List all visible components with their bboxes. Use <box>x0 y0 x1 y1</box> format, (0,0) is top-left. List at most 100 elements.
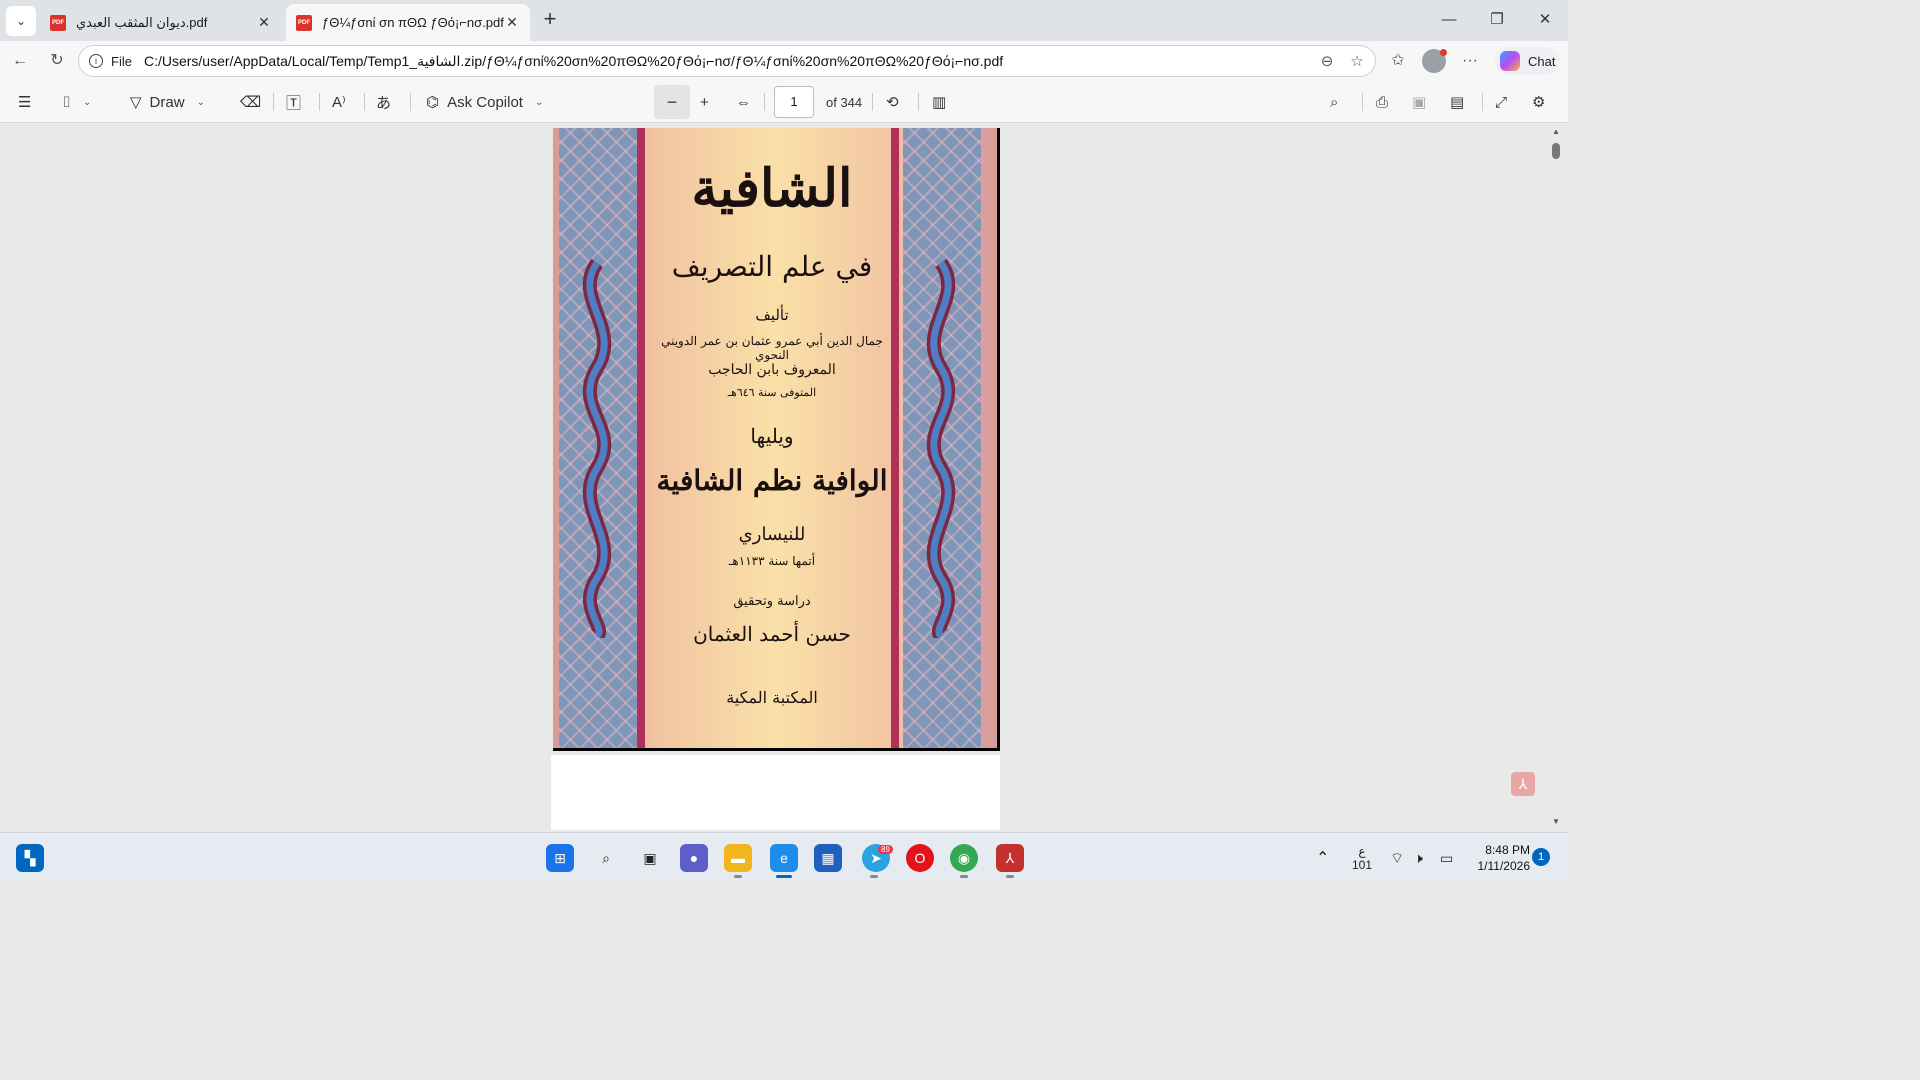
zoom-icon[interactable]: ⊖ <box>1315 52 1339 70</box>
refresh-icon[interactable]: ↻ <box>45 49 69 73</box>
ask-copilot-label: Ask Copilot <box>447 93 523 111</box>
cover-title: الشافية <box>691 158 853 219</box>
cover-second-author: للنيساري <box>738 524 806 545</box>
settings-gear-icon[interactable]: ⚙ <box>1532 90 1545 114</box>
tab-strip: ⌄ PDF ديوان المثقب العبدي.pdf ✕ PDF ƒΘ¼ƒ… <box>0 0 1568 41</box>
pdf-reader-icon[interactable]: ⅄ <box>996 844 1024 872</box>
scroll-down-arrow-icon[interactable]: ▼ <box>1552 817 1560 826</box>
search-taskbar-icon[interactable]: ⌕ <box>592 844 620 872</box>
page-view-icon[interactable]: ▥ <box>932 90 946 114</box>
toolbar-divider <box>1482 93 1483 111</box>
tab-active[interactable]: PDF ƒΘ¼ƒσnί σn πΘΩ ƒΘό¡⌐nσ.pdf ✕ <box>286 4 530 41</box>
notification-badge[interactable]: 1 <box>1532 848 1550 866</box>
minimize-button[interactable]: — <box>1434 8 1464 32</box>
acrobat-icon[interactable]: ⅄ <box>1511 772 1535 796</box>
chevron-down-icon[interactable]: ⌄ <box>535 97 543 108</box>
cover-author-intro: تأليف <box>755 306 789 324</box>
read-aloud-icon[interactable]: A⁾ <box>332 90 346 114</box>
more-options-icon[interactable]: ··· <box>1458 49 1482 73</box>
cover-artwork: الشافية في علم التصريف تأليف جمال الدين … <box>553 128 997 748</box>
chrome-icon[interactable]: ◉ <box>950 844 978 872</box>
navigation-bar: ← ↻ i File C:/Users/user/AppData/Local/T… <box>0 41 1568 81</box>
save-as-icon[interactable]: ▤ <box>1450 90 1464 114</box>
pdf-toolbar: ☰ ⌷ ⌄ ▽ Draw ⌄ ⌫ 🅃 A⁾ あ ⌬ Ask Copilot ⌄ … <box>0 81 1568 123</box>
contents-list-icon[interactable]: ☰ <box>18 90 31 114</box>
info-icon[interactable]: i <box>89 54 103 68</box>
vertical-scrollbar[interactable]: ▲ ▼ <box>1550 123 1562 830</box>
translate-icon[interactable]: あ <box>376 90 391 114</box>
copilot-chat-button[interactable]: Chat <box>1494 47 1560 75</box>
print-icon[interactable]: ⎙ <box>1376 90 1388 114</box>
scroll-up-arrow-icon[interactable]: ▲ <box>1552 127 1560 136</box>
tab-actions-menu-button[interactable]: ⌄ <box>6 6 36 36</box>
rotate-icon[interactable]: ⟲ <box>886 90 899 114</box>
highlight-tool[interactable]: ⌷ ⌄ <box>62 90 91 114</box>
chat-label: Chat <box>1528 53 1556 69</box>
close-window-button[interactable]: ✕ <box>1530 8 1560 32</box>
tab-title: ƒΘ¼ƒσnί σn πΘΩ ƒΘό¡⌐nσ.pdf <box>322 15 504 30</box>
ask-copilot-button[interactable]: ⌬ Ask Copilot ⌄ <box>426 90 543 114</box>
pdf-file-icon: PDF <box>50 14 66 31</box>
toolbar-divider <box>764 93 765 111</box>
pdf-page-cover: الشافية في علم التصريف تأليف جمال الدين … <box>553 128 1000 751</box>
toolbar-divider <box>410 93 411 111</box>
opera-icon[interactable]: O <box>906 844 934 872</box>
restore-button[interactable]: ❐ <box>1482 8 1512 32</box>
scroll-thumb[interactable] <box>1552 143 1560 159</box>
cover-author-known: المعروف بابن الحاجب <box>708 362 836 378</box>
zoom-out-button[interactable]: − <box>654 85 690 119</box>
toolbar-divider <box>918 93 919 111</box>
url-text[interactable]: C:/Users/user/AppData/Local/Temp/Temp1_ا… <box>144 53 1315 70</box>
tab-inactive[interactable]: PDF ديوان المثقب العبدي.pdf ✕ <box>40 4 282 41</box>
new-tab-button[interactable]: + <box>538 8 562 32</box>
toolbar-divider <box>319 93 320 111</box>
cover-second-title: الوافية نظم الشافية <box>656 464 888 497</box>
eraser-icon[interactable]: ⌫ <box>240 90 261 114</box>
scheme-label: File <box>111 53 132 69</box>
language-indicator[interactable]: ع 101 <box>1352 833 1372 883</box>
toolbar-divider <box>273 93 274 111</box>
toolbar-divider <box>364 93 365 111</box>
copilot-icon <box>1500 51 1520 71</box>
draw-tool[interactable]: ▽ Draw ⌄ <box>130 90 205 114</box>
widgets-icon[interactable]: ▚ <box>16 844 44 872</box>
chevron-down-icon[interactable]: ⌄ <box>83 97 91 108</box>
start-menu-icon[interactable]: ⊞ <box>546 844 574 872</box>
edge-browser-icon[interactable]: e <box>770 844 798 872</box>
tray-overflow-chevron-icon[interactable]: ⌃ <box>1316 833 1329 883</box>
back-arrow-icon[interactable]: ← <box>8 49 32 73</box>
search-icon[interactable]: ⌕ <box>1330 90 1338 114</box>
add-text-icon[interactable]: 🅃 <box>286 90 301 114</box>
language-glyph: ع <box>1358 844 1366 858</box>
page-number-input[interactable]: 1 <box>774 86 814 118</box>
wifi-icon[interactable]: ⌔ <box>1390 833 1404 883</box>
volume-muted-icon[interactable]: 🕨 <box>1414 833 1423 883</box>
favorites-icon[interactable]: ✩ <box>1386 49 1410 73</box>
battery-icon[interactable]: ▭ <box>1440 833 1453 883</box>
cover-left-ornament <box>582 258 612 638</box>
store-icon[interactable]: ▦ <box>814 844 842 872</box>
save-icon[interactable]: ▣ <box>1412 90 1426 114</box>
cover-subtitle: في علم التصريف <box>671 250 873 283</box>
file-explorer-icon[interactable]: ▬ <box>724 844 752 872</box>
chat-app-icon[interactable]: ● <box>680 844 708 872</box>
chevron-down-icon[interactable]: ⌄ <box>197 97 205 108</box>
favorite-star-icon[interactable]: ☆ <box>1345 52 1369 70</box>
chevron-down-icon: ⌄ <box>15 14 27 28</box>
close-tab-icon[interactable]: ✕ <box>504 14 520 31</box>
draw-label: Draw <box>149 93 185 111</box>
fullscreen-icon[interactable]: ⤢ <box>1495 90 1507 114</box>
clock-time: 8:48 PM <box>1485 843 1530 857</box>
close-tab-icon[interactable]: ✕ <box>256 14 272 31</box>
pen-icon: ▽ <box>130 94 142 111</box>
address-bar[interactable]: i File C:/Users/user/AppData/Local/Temp/… <box>78 45 1376 77</box>
toolbar-divider <box>1362 93 1363 111</box>
running-indicator <box>870 875 878 878</box>
cover-completed-date: أتمها سنة ١١٣٣هـ <box>728 554 816 568</box>
fit-to-width-icon[interactable]: ⇔ <box>736 90 751 114</box>
zoom-in-button[interactable]: + <box>700 90 709 114</box>
system-clock[interactable]: 8:48 PM 1/11/2026 <box>1470 842 1531 874</box>
task-view-icon[interactable]: ▣ <box>636 844 664 872</box>
language-code: 101 <box>1352 858 1373 872</box>
taskbar: ▚ ⊞ ⌕ ▣ ● ▬ e ▦ ➤ 89 O ◉ ⅄ ⌃ ع 101 ⌔ 🕨 ▭… <box>0 832 1568 882</box>
